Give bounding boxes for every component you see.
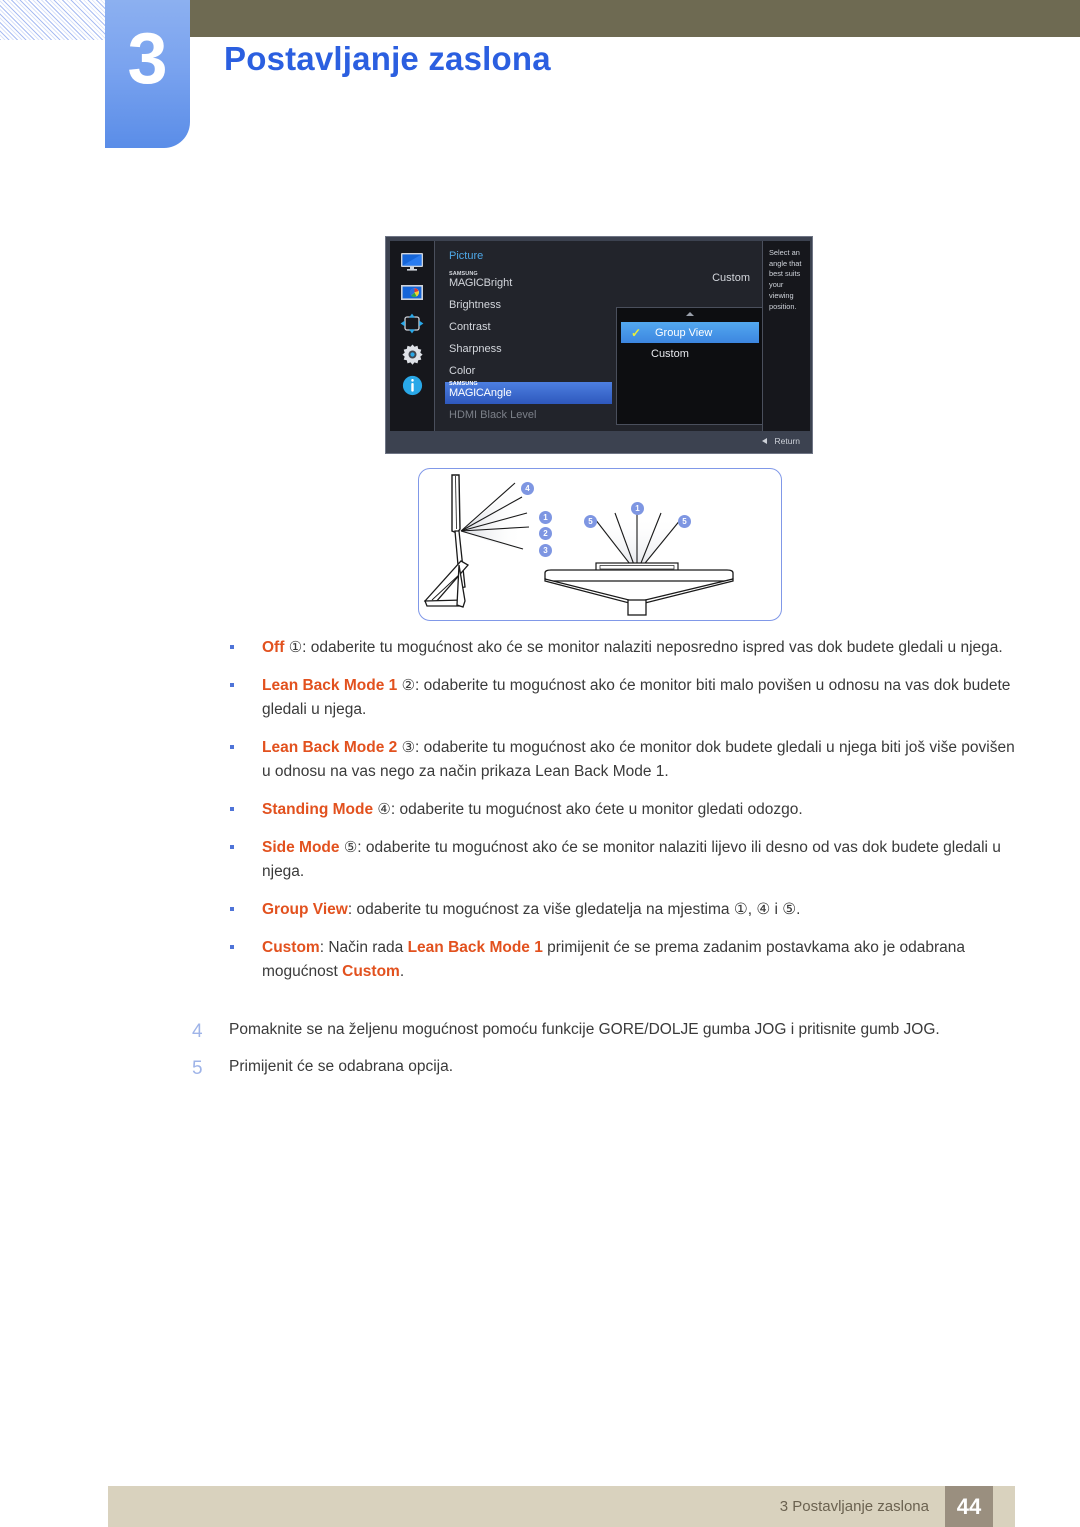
- bullet-term-inline: Lean Back Mode 1: [407, 939, 543, 957]
- diagram-badge-3: 3: [539, 544, 552, 557]
- page-footer: 3 Postavljanje zaslona 44: [108, 1486, 1015, 1527]
- viewing-angle-diagram: 4 1 2 3 5 1 5: [418, 468, 782, 621]
- check-icon: ✓: [631, 325, 642, 340]
- osd-option-custom-label: Custom: [651, 347, 689, 360]
- list-item: Side Mode ⑤: odaberite tu mogućnost ako …: [230, 836, 1020, 884]
- bullet-body: : odaberite tu mogućnost ako će se monit…: [262, 839, 1001, 881]
- list-item: Lean Back Mode 2 ③: odaberite tu mogućno…: [230, 736, 1020, 784]
- list-item: Lean Back Mode 1 ②: odaberite tu mogućno…: [230, 674, 1020, 722]
- bullet-body: : Način rada: [319, 939, 408, 957]
- bullet-term: Side Mode: [262, 839, 340, 857]
- osd-item-hdmi-black-level-label: HDMI Black Level: [449, 409, 537, 421]
- diagram-badge-5-right: 5: [678, 515, 691, 528]
- footer-section-label: 3 Postavljanje zaslona: [779, 1498, 929, 1515]
- monitor-icon[interactable]: [399, 250, 425, 272]
- bullet-term: Lean Back Mode 2: [262, 739, 398, 757]
- osd-item-brightness-label: Brightness: [449, 299, 501, 311]
- chevron-up-icon[interactable]: [686, 312, 694, 316]
- osd-help-panel: Select an angle that best suits your vie…: [762, 241, 810, 431]
- magic-logo-text: MAGIC: [449, 386, 484, 399]
- magic-logo-text: MAGIC: [449, 276, 484, 289]
- osd-screenshot: Picture Custom SAMSUNG MAGIC Bright Brig…: [385, 236, 813, 454]
- osd-help-text: Select an angle that best suits your vie…: [769, 248, 802, 311]
- procedure-steps: 4 Pomaknite se na željenu mogućnost pomo…: [192, 1018, 1022, 1092]
- samsung-logo-text: SAMSUNG: [449, 270, 478, 277]
- diagram-badge-4: 4: [521, 482, 534, 495]
- chapter-number: 3: [127, 19, 168, 99]
- header-hatch-pattern-fine: [0, 0, 108, 40]
- bullet-circled-number: ⑤: [343, 839, 358, 857]
- bullet-circled-number: ④: [377, 801, 391, 819]
- bullet-term-inline-2: Custom: [342, 963, 400, 981]
- diagram-badge-2: 2: [539, 527, 552, 540]
- osd-option-group-view-label: Group View: [655, 326, 713, 339]
- arrow-left-icon: [762, 438, 768, 444]
- osd-option-popup: ✓ Group View Custom: [616, 307, 764, 425]
- osd-item-magicbright[interactable]: SAMSUNG MAGIC Bright: [449, 270, 749, 294]
- list-item: Standing Mode ④: odaberite tu mogućnost …: [230, 798, 1020, 822]
- osd-item-color-label: Color: [449, 365, 476, 377]
- bullet-term: Lean Back Mode 1: [262, 677, 398, 695]
- step-text: Pomaknite se na željenu mogućnost pomoću…: [229, 1021, 940, 1038]
- gear-icon[interactable]: [399, 343, 425, 365]
- osd-item-sharpness-label: Sharpness: [449, 343, 502, 355]
- diagram-badge-1: 1: [539, 511, 552, 524]
- bullet-body: : odaberite tu mogućnost ako će se monit…: [302, 639, 1003, 656]
- list-item: Custom: Način rada Lean Back Mode 1 prim…: [230, 936, 1020, 984]
- header-olive-bar: [190, 0, 1080, 37]
- step-number: 4: [192, 1021, 203, 1042]
- bullet-body: : odaberite tu mogućnost za više gledate…: [347, 901, 801, 919]
- bullet-term: Off: [262, 639, 285, 656]
- samsung-logo-text: SAMSUNG: [449, 380, 478, 387]
- list-item: Group View: odaberite tu mogućnost za vi…: [230, 898, 1020, 922]
- osd-item-contrast-label: Contrast: [449, 321, 491, 333]
- step-item: 4 Pomaknite se na željenu mogućnost pomo…: [192, 1018, 1022, 1042]
- osd-item-magicangle-label: Angle: [483, 387, 512, 399]
- bullet-term: Custom: [262, 939, 320, 957]
- diagram-badge-1-top: 1: [631, 502, 644, 515]
- osd-item-magicbright-label: Bright: [483, 277, 513, 289]
- bullet-circled-number: ①: [288, 639, 303, 656]
- osd-menu-panel: Picture Custom SAMSUNG MAGIC Bright Brig…: [434, 241, 764, 431]
- osd-menu-title: Picture: [449, 250, 484, 262]
- page-title: Postavljanje zaslona: [224, 40, 551, 77]
- osd-option-group-view[interactable]: ✓ Group View: [621, 322, 759, 343]
- osd-item-magicangle[interactable]: SAMSUNG MAGIC Angle: [445, 380, 612, 404]
- info-icon[interactable]: [399, 374, 425, 396]
- bullet-body: : odaberite tu mogućnost ako ćete u moni…: [390, 801, 803, 819]
- viewing-mode-list: Off ①: odaberite tu mogućnost ako će se …: [230, 636, 1020, 998]
- osd-return-bar[interactable]: Return: [390, 432, 808, 450]
- osd-return-label: Return: [774, 436, 800, 446]
- page-number: 44: [945, 1486, 993, 1527]
- osd-option-custom[interactable]: Custom: [617, 343, 763, 364]
- chapter-tab: 3: [105, 0, 190, 148]
- osd-icon-sidebar: [390, 241, 434, 431]
- bullet-circled-number: ③: [401, 739, 416, 757]
- step-number: 5: [192, 1058, 203, 1080]
- bullet-body-3: .: [399, 963, 405, 981]
- step-text: Primijenit će se odabrana opcija.: [229, 1058, 454, 1076]
- diagram-illustration: [423, 474, 734, 616]
- move-arrows-icon[interactable]: [399, 312, 425, 334]
- bullet-term: Standing Mode: [262, 801, 374, 819]
- picture-color-icon[interactable]: [399, 281, 425, 303]
- step-item: 5 Primijenit će se odabrana opcija.: [192, 1055, 1022, 1079]
- list-item: Off ①: odaberite tu mogućnost ako će se …: [230, 636, 1020, 660]
- bullet-term: Group View: [262, 901, 348, 919]
- diagram-badge-5-left: 5: [584, 515, 597, 528]
- bullet-circled-number: ②: [401, 677, 416, 695]
